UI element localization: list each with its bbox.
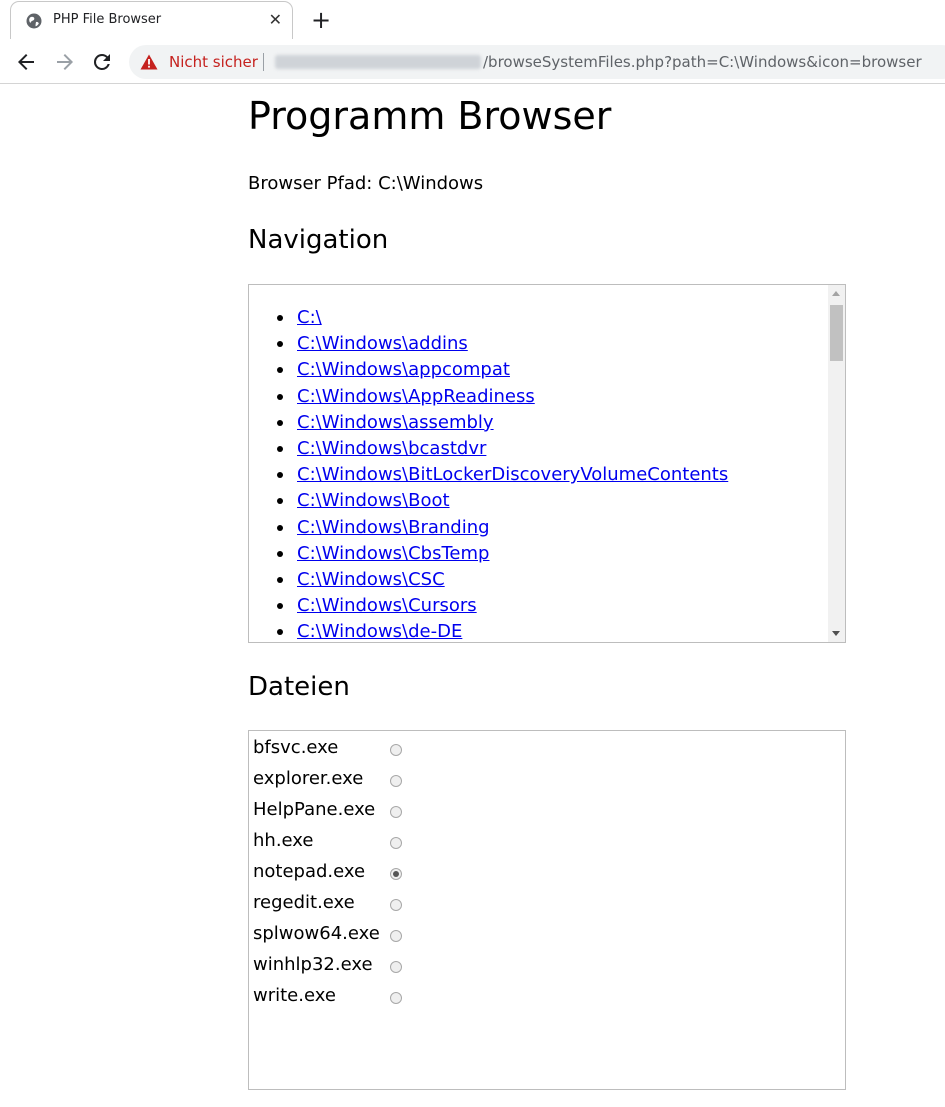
file-radio-button[interactable] <box>390 899 402 911</box>
security-warning[interactable]: Nicht sicher <box>169 53 258 71</box>
navigation-link[interactable]: C:\Windows\appcompat <box>297 359 510 380</box>
file-name: splwow64.exe <box>253 923 380 944</box>
navigation-link[interactable]: C:\Windows\AppReadiness <box>297 386 535 407</box>
browser-path: Browser Pfad: C:\Windows <box>248 173 484 194</box>
navigation-link[interactable]: C:\Windows\assembly <box>297 412 494 433</box>
list-item: C:\Windows\CbsTemp <box>276 541 728 567</box>
navigation-link[interactable]: C:\Windows\Cursors <box>297 595 477 616</box>
file-row: bfsvc.exe <box>253 733 453 764</box>
navigation-link[interactable]: C:\Windows\bcastdvr <box>297 438 486 459</box>
file-name: HelpPane.exe <box>253 799 376 820</box>
scroll-thumb[interactable] <box>830 305 843 361</box>
scrollbar[interactable] <box>828 285 845 642</box>
navigation-link[interactable]: C:\Windows\CSC <box>297 569 445 590</box>
warning-icon <box>140 54 158 70</box>
navigation-link[interactable]: C:\Windows\addins <box>297 333 468 354</box>
file-name: bfsvc.exe <box>253 737 339 758</box>
list-item: C:\Windows\Cursors <box>276 593 728 619</box>
file-row: winhlp32.exe <box>253 950 453 981</box>
list-item: C:\Windows\bcastdvr <box>276 436 728 462</box>
list-item: C:\Windows\de-DE <box>276 619 728 642</box>
list-item: C:\Windows\CSC <box>276 567 728 593</box>
globe-icon <box>26 13 42 29</box>
file-row: HelpPane.exe <box>253 795 453 826</box>
forward-arrow-icon[interactable] <box>53 50 77 74</box>
file-row: write.exe <box>253 981 453 1012</box>
list-item: C:\Windows\Boot <box>276 488 728 514</box>
file-name: regedit.exe <box>253 892 355 913</box>
browser-toolbar: Nicht sicher /browseSystemFiles.php?path… <box>0 40 945 84</box>
tab-strip: PHP File Browser ✕ + <box>0 0 945 40</box>
file-name: explorer.exe <box>253 768 364 789</box>
file-name: write.exe <box>253 985 336 1006</box>
file-radio-button[interactable] <box>390 868 402 880</box>
scroll-up-arrow-icon[interactable] <box>832 291 840 296</box>
reload-icon[interactable] <box>90 50 114 74</box>
url-path: /browseSystemFiles.php?path=C:\Windows&i… <box>483 53 922 71</box>
file-row: regedit.exe <box>253 888 453 919</box>
address-bar[interactable]: Nicht sicher /browseSystemFiles.php?path… <box>129 45 945 79</box>
file-radio-button[interactable] <box>390 775 402 787</box>
navigation-link[interactable]: C:\Windows\CbsTemp <box>297 543 489 564</box>
list-item: C:\Windows\assembly <box>276 410 728 436</box>
navigation-box[interactable]: C:\ C:\Windows\addins C:\Windows\appcompat… <box>248 284 846 643</box>
file-row: hh.exe <box>253 826 453 857</box>
navigation-list: C:\ C:\Windows\addins C:\Windows\appcompat… <box>249 305 728 642</box>
file-row: notepad.exe <box>253 857 453 888</box>
list-item: C:\Windows\appcompat <box>276 357 728 383</box>
url-separator <box>263 53 264 71</box>
new-tab-button[interactable]: + <box>311 6 331 34</box>
file-row: explorer.exe <box>253 764 453 795</box>
scroll-down-arrow-icon[interactable] <box>832 631 840 636</box>
file-radio-button[interactable] <box>390 744 402 756</box>
file-name: hh.exe <box>253 830 314 851</box>
file-row: splwow64.exe <box>253 919 453 950</box>
file-radio-button[interactable] <box>390 806 402 818</box>
navigation-link[interactable]: C:\Windows\Branding <box>297 517 490 538</box>
files-box: bfsvc.exe explorer.exe HelpPane.exe hh.exe n… <box>248 730 846 1090</box>
file-radio-button[interactable] <box>390 930 402 942</box>
url-host-redacted <box>275 55 481 69</box>
list-item: C:\Windows\AppReadiness <box>276 384 728 410</box>
navigation-link[interactable]: C:\Windows\Boot <box>297 490 450 511</box>
file-radio-button[interactable] <box>390 837 402 849</box>
list-item: C:\Windows\addins <box>276 331 728 357</box>
list-item: C:\Windows\Branding <box>276 515 728 541</box>
navigation-link[interactable]: C:\Windows\de-DE <box>297 621 462 642</box>
browser-tab[interactable]: PHP File Browser ✕ <box>10 1 293 39</box>
file-name: winhlp32.exe <box>253 954 373 975</box>
tab-title: PHP File Browser <box>53 12 162 27</box>
file-name: notepad.exe <box>253 861 366 882</box>
navigation-link[interactable]: C:\Windows\BitLockerDiscoveryVolumeConte… <box>297 464 728 485</box>
page-title: Programm Browser <box>248 94 612 138</box>
file-radio-button[interactable] <box>390 992 402 1004</box>
file-radio-button[interactable] <box>390 961 402 973</box>
navigation-link[interactable]: C:\ <box>297 307 322 328</box>
list-item: C:\ <box>276 305 728 331</box>
navigation-heading: Navigation <box>248 225 389 255</box>
list-item: C:\Windows\BitLockerDiscoveryVolumeConte… <box>276 462 728 488</box>
files-heading: Dateien <box>248 672 350 702</box>
back-arrow-icon[interactable] <box>14 50 38 74</box>
tab-close-icon[interactable]: ✕ <box>269 10 282 30</box>
